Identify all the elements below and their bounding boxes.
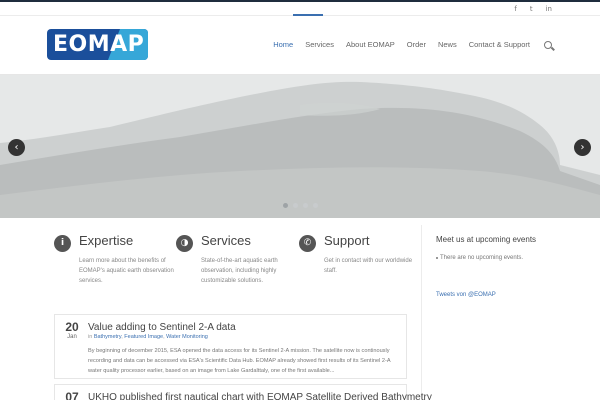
- feature-title[interactable]: Support: [324, 233, 370, 248]
- linkedin-icon[interactable]: in: [546, 4, 552, 14]
- nav-item-order[interactable]: Order: [407, 40, 426, 49]
- twitter-icon[interactable]: t: [530, 4, 533, 14]
- news-post: 07 UKHO published first nautical chart w…: [54, 384, 432, 400]
- main-nav: Home Services About EOMAP Order News Con…: [273, 40, 552, 49]
- slider-dot[interactable]: [293, 203, 298, 208]
- slider-dot[interactable]: [313, 203, 318, 208]
- categories-prefix: in: [88, 334, 93, 340]
- slider-dot[interactable]: [283, 203, 288, 208]
- post-title[interactable]: UKHO published first nautical chart with…: [88, 392, 432, 400]
- slider-dots: [283, 203, 318, 208]
- slider-next-button[interactable]: ›: [574, 139, 591, 156]
- sidebar-divider: [421, 225, 422, 400]
- globe-icon: ◑: [176, 235, 193, 252]
- post-excerpt: By beginning of december 2015, ESA opene…: [88, 348, 391, 374]
- category-link[interactable]: Featured Image: [124, 334, 163, 340]
- news-post: 20 Jan Value adding to Sentinel 2-A data…: [54, 314, 407, 379]
- slider-image: [0, 75, 600, 218]
- post-title[interactable]: Value adding to Sentinel 2-A data: [88, 322, 236, 333]
- top-bar: f t in: [0, 0, 600, 16]
- feature-text: Get in contact with our worldwide staff.: [324, 258, 413, 274]
- search-icon[interactable]: [544, 40, 552, 49]
- feature-title[interactable]: Services: [201, 233, 251, 248]
- logo-text: EOMAP: [53, 32, 145, 57]
- category-link[interactable]: Water Monitoring: [166, 334, 208, 340]
- post-day: 20: [65, 320, 79, 334]
- post-categories: in Bathymetry, Featured Image, Water Mon…: [88, 334, 208, 340]
- slider-prev-button[interactable]: ‹: [8, 139, 25, 156]
- post-day: 07: [65, 390, 79, 400]
- events-heading: Meet us at upcoming events: [436, 235, 537, 244]
- facebook-icon[interactable]: f: [514, 4, 516, 14]
- nav-item-home[interactable]: Home: [273, 40, 293, 49]
- phone-icon: ✆: [299, 235, 316, 252]
- info-icon: i: [54, 235, 71, 252]
- post-date: 20 Jan: [63, 320, 81, 341]
- nav-item-contact[interactable]: Contact & Support: [469, 40, 530, 49]
- social-links: f t in: [514, 4, 552, 14]
- eomap-logo[interactable]: EOMAP: [47, 29, 148, 60]
- events-item: There are no upcoming events.: [435, 255, 524, 261]
- category-link[interactable]: Bathymetry: [94, 334, 121, 340]
- nav-item-services[interactable]: Services: [305, 40, 334, 49]
- feature-text: State-of-the-art aquatic earth observati…: [201, 258, 278, 284]
- feature-text: Learn more about the benefits of EOMAP's…: [79, 258, 174, 284]
- slider-dot[interactable]: [303, 203, 308, 208]
- feature-title[interactable]: Expertise: [79, 233, 133, 248]
- post-month: Jan: [67, 334, 77, 340]
- hero-slider: ‹ ›: [0, 75, 600, 218]
- post-date: 07: [63, 391, 81, 400]
- site-header: EOMAP Home Services About EOMAP Order Ne…: [0, 16, 600, 75]
- nav-item-news[interactable]: News: [438, 40, 457, 49]
- nav-item-about[interactable]: About EOMAP: [346, 40, 395, 49]
- tweets-link[interactable]: Tweets von @EOMAP: [436, 292, 496, 298]
